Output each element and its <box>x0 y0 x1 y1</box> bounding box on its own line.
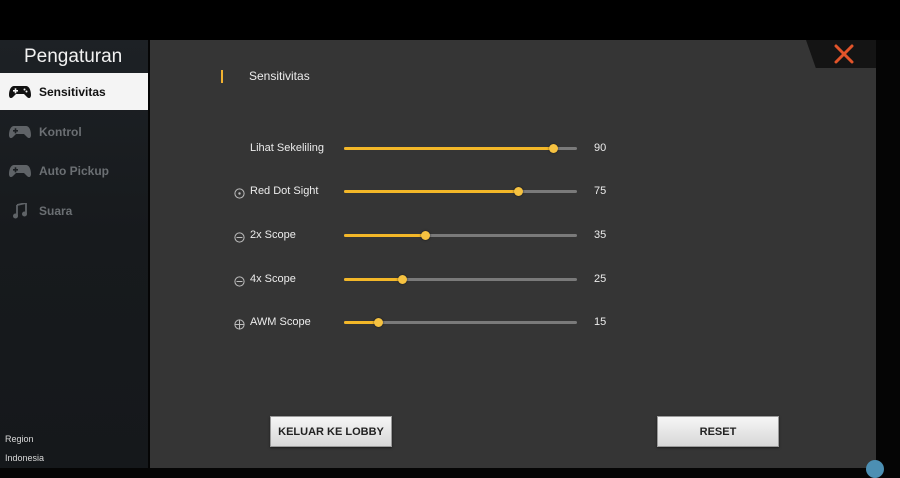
gamepad-icon <box>9 124 31 140</box>
slider-row-lihat-sekeliling: Lihat Sekeliling 90 <box>0 139 900 159</box>
slider-fill <box>344 234 426 237</box>
red-dot-scope-icon <box>234 186 245 199</box>
slider-handle[interactable] <box>374 318 384 327</box>
region-label: Region <box>5 434 34 444</box>
slider-label: 2x Scope <box>250 229 296 241</box>
scope-icon <box>234 230 245 243</box>
slider-value: 25 <box>594 273 607 285</box>
sidebar-item-label: Kontrol <box>39 124 82 139</box>
top-bar <box>0 0 900 40</box>
slider-fill <box>344 190 519 193</box>
slider-track[interactable] <box>344 231 577 240</box>
close-icon[interactable] <box>834 44 854 64</box>
music-note-icon <box>9 202 31 219</box>
sidebar-title: Pengaturan <box>24 46 123 67</box>
slider-value: 15 <box>594 316 607 328</box>
slider-fill <box>344 278 403 281</box>
slider-row-2x-scope: 2x Scope 35 <box>0 226 900 246</box>
region-value: Indonesia <box>5 453 45 463</box>
sidebar-item-label: Sensitivitas <box>39 84 106 99</box>
corner-dot <box>866 460 884 478</box>
slider-handle[interactable] <box>549 144 559 153</box>
slider-track[interactable] <box>344 144 577 153</box>
slider-handle[interactable] <box>514 187 524 196</box>
slider-track[interactable] <box>344 187 577 196</box>
reset-button[interactable]: RESET <box>657 416 779 447</box>
section-title: Sensitivitas <box>249 69 310 83</box>
slider-fill <box>344 147 554 150</box>
slider-label: Lihat Sekeliling <box>250 142 324 154</box>
slider-track[interactable] <box>344 275 577 284</box>
slider-handle[interactable] <box>421 231 431 240</box>
gamepad-icon <box>9 163 31 179</box>
slider-track[interactable] <box>344 318 577 327</box>
sidebar-item-label: Suara <box>39 203 73 218</box>
gamepad-icon <box>9 84 31 100</box>
slider-row-4x-scope: 4x Scope 25 <box>0 270 900 290</box>
slider-row-red-dot-sight: Red Dot Sight 75 <box>0 182 900 202</box>
slider-value: 90 <box>594 142 607 154</box>
sidebar: Pengaturan Sensitivitas Kontrol Auto Pic… <box>0 40 148 468</box>
slider-label: AWM Scope <box>250 316 311 328</box>
sidebar-item-sensitivitas[interactable]: Sensitivitas <box>0 73 148 110</box>
slider-value: 75 <box>594 185 607 197</box>
slider-label: 4x Scope <box>250 273 296 285</box>
settings-panel <box>150 40 876 468</box>
crosshair-icon <box>234 317 245 330</box>
section-marker <box>221 70 223 83</box>
scope-icon <box>234 274 245 287</box>
exit-to-lobby-button[interactable]: KELUAR KE LOBBY <box>270 416 392 447</box>
slider-row-awm-scope: AWM Scope 15 <box>0 313 900 333</box>
slider-handle[interactable] <box>397 275 407 284</box>
slider-value: 35 <box>594 229 607 241</box>
slider-label: Red Dot Sight <box>250 185 319 197</box>
sidebar-item-label: Auto Pickup <box>39 163 110 178</box>
